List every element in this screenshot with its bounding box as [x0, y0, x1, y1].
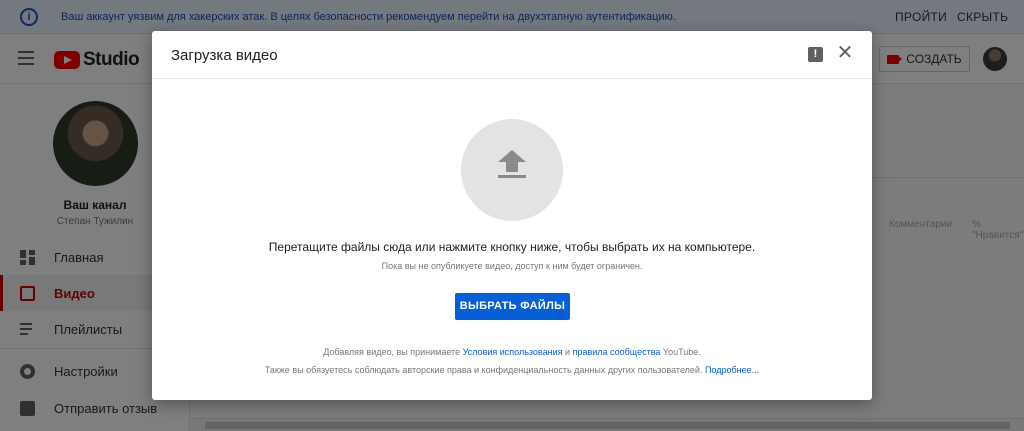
rights-text: Также вы обязуетесь соблюдать авторские … [152, 365, 872, 375]
dialog-title: Загрузка видео [171, 47, 278, 64]
report-feedback-icon[interactable]: ! [808, 47, 823, 62]
upload-icon-stem [506, 162, 518, 172]
upload-drop-zone[interactable] [461, 119, 563, 221]
learn-more-link[interactable]: Подробнее... [705, 365, 759, 375]
upload-dialog: Загрузка видео ! ✕ Перетащите файлы сюда… [152, 31, 872, 400]
terms-prefix: Добавляя видео, вы принимаете [323, 347, 461, 357]
community-guidelines-link[interactable]: правила сообщества [573, 347, 661, 357]
drop-instructions: Перетащите файлы сюда или нажмите кнопку… [268, 240, 756, 254]
select-files-button[interactable]: ВЫБРАТЬ ФАЙЛЫ [455, 293, 570, 320]
upload-icon-base [498, 175, 526, 178]
terms-of-service-link[interactable]: Условия использования [463, 347, 563, 357]
terms-suffix: YouTube. [662, 347, 701, 357]
dialog-header: Загрузка видео ! ✕ [152, 31, 872, 79]
visibility-note: Пока вы не опубликуете видео, доступ к н… [381, 261, 643, 271]
upload-icon [498, 150, 526, 162]
rights-statement: Также вы обязуетесь соблюдать авторские … [264, 365, 703, 375]
close-icon[interactable]: ✕ [836, 43, 854, 63]
terms-and: и [565, 347, 571, 357]
terms-text: Добавляя видео, вы принимаете Условия ис… [152, 347, 872, 357]
